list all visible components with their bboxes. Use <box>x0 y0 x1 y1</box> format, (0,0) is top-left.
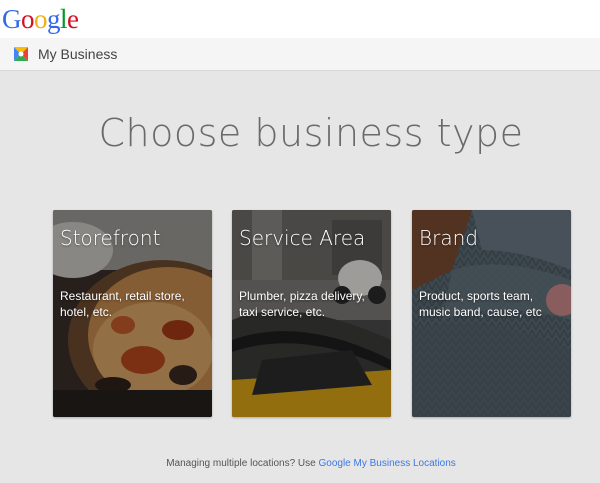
card-service-area[interactable]: Service Area Plumber, pizza delivery, ta… <box>232 210 391 417</box>
logo-letter: l <box>60 4 68 34</box>
top-bar: Google <box>0 0 600 38</box>
logo-letter: o <box>34 4 48 34</box>
card-title: Brand <box>419 226 478 250</box>
card-description: Plumber, pizza delivery, taxi service, e… <box>239 289 365 319</box>
footer-note: Managing multiple locations? Use Google … <box>0 458 600 469</box>
card-storefront[interactable]: Storefront Restaurant, retail store, hot… <box>53 210 212 417</box>
logo-letter: e <box>67 4 79 34</box>
logo-letter: G <box>2 4 22 34</box>
card-brand[interactable]: Brand Product, sports team, music band, … <box>412 210 571 417</box>
footer-text: Managing multiple locations? Use <box>166 458 319 469</box>
locations-link[interactable]: Google My Business Locations <box>319 458 456 469</box>
logo-letter: o <box>21 4 35 34</box>
main-content: Choose business type Storefront Restaura… <box>0 71 600 483</box>
page-title: Choose business type <box>98 111 524 155</box>
product-bar: My Business <box>0 38 600 71</box>
card-title: Service Area <box>239 226 366 250</box>
google-logo[interactable]: Google <box>2 3 79 35</box>
card-title: Storefront <box>60 226 161 250</box>
card-description: Product, sports team, music band, cause,… <box>419 289 542 319</box>
product-name[interactable]: My Business <box>38 46 117 62</box>
logo-letter: g <box>47 4 61 34</box>
card-description: Restaurant, retail store, hotel, etc. <box>60 289 185 319</box>
google-my-business-icon[interactable] <box>12 45 30 63</box>
